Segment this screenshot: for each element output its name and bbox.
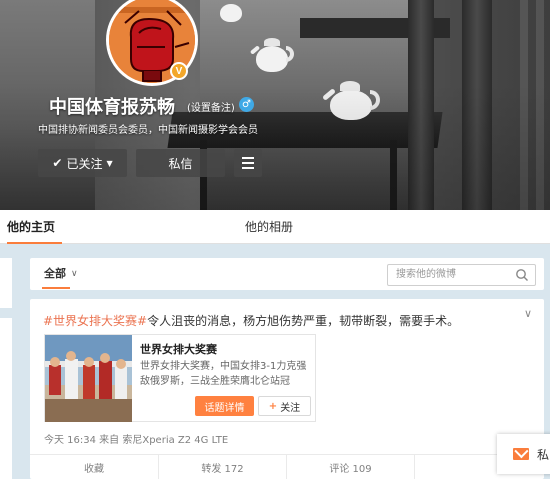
favorite-button[interactable]: 收藏: [30, 455, 158, 479]
filter-all-label: 全部: [44, 267, 66, 280]
topic-follow-label: 关注: [280, 402, 301, 414]
post-meta[interactable]: 今天 16:34 来自 索尼Xperia Z2 4G LTE: [44, 431, 228, 446]
tab-albums[interactable]: 他的相册: [245, 210, 293, 244]
repost-button[interactable]: 转发 172: [158, 455, 286, 479]
favorite-label: 收藏: [84, 464, 104, 475]
message-widget-label: 私: [537, 447, 550, 462]
profile-tab-bar: 他的主页 他的相册: [0, 210, 550, 244]
left-sidebar-card: [0, 258, 12, 308]
followed-button[interactable]: ✔ 已关注 ▼: [38, 149, 127, 177]
search-input[interactable]: 搜索他的微博: [387, 264, 536, 286]
search-placeholder: 搜索他的微博: [396, 269, 456, 280]
search-icon[interactable]: [515, 268, 529, 282]
plus-icon: +: [268, 400, 278, 412]
envelope-icon: [513, 448, 529, 460]
profile-name: 中国体育报苏畅: [49, 97, 175, 118]
topic-follow-button[interactable]: + 关注: [258, 396, 311, 416]
private-message-button[interactable]: 私信: [136, 149, 225, 177]
chevron-down-icon[interactable]: ∨: [524, 307, 532, 320]
tab-home[interactable]: 他的主页: [7, 210, 62, 244]
feed-filter-bar: 全部 ∨ 搜索他的微博: [30, 258, 544, 290]
male-icon: ♂: [239, 97, 254, 112]
set-remark-link[interactable]: (设置备注): [187, 99, 235, 114]
topic-card[interactable]: 世界女排大奖赛 世界女排大奖赛，中国女排3-1力克强敌俄罗斯，三战全胜荣膺北仑站…: [44, 334, 316, 422]
comment-button[interactable]: 评论 109: [286, 455, 414, 479]
topic-detail-button[interactable]: 话题详情: [195, 396, 254, 416]
menu-icon[interactable]: [234, 149, 262, 177]
checkmark-icon: ✔: [52, 156, 63, 170]
post-body: 令人沮丧的消息，杨方旭伤势严重，韧带断裂，需要手术。: [147, 314, 460, 328]
caret-down-icon: ▼: [106, 158, 113, 168]
message-widget[interactable]: 私: [497, 434, 550, 474]
topic-title[interactable]: 世界女排大奖赛: [140, 341, 217, 357]
filter-all-dropdown[interactable]: 全部 ∨: [44, 258, 78, 290]
post-action-bar: 收藏 转发 172 评论 109 18: [30, 454, 544, 479]
feed-card: ∨ #世界女排大奖赛#令人沮丧的消息，杨方旭伤势严重，韧带断裂，需要手术。 世界…: [30, 299, 544, 479]
filter-active-underline: [42, 287, 70, 289]
topic-description: 世界女排大奖赛，中国女排3-1力克强敌俄罗斯，三战全胜荣膺北仑站冠: [140, 361, 307, 387]
post-text: #世界女排大奖赛#令人沮丧的消息，杨方旭伤势严重，韧带断裂，需要手术。: [43, 312, 459, 329]
chevron-down-icon: ∨: [71, 269, 78, 279]
topic-link[interactable]: #世界女排大奖赛#: [43, 314, 147, 328]
verified-badge-icon: V: [170, 62, 188, 80]
followed-label: 已关注: [66, 156, 103, 171]
comment-label: 评论 109: [329, 464, 372, 475]
repost-label: 转发 172: [201, 464, 244, 475]
topic-thumbnail[interactable]: [45, 335, 132, 422]
left-sidebar-card: [0, 318, 12, 479]
profile-bio: 中国排协新闻委员会委员，中国新闻摄影学会会员: [38, 125, 258, 136]
